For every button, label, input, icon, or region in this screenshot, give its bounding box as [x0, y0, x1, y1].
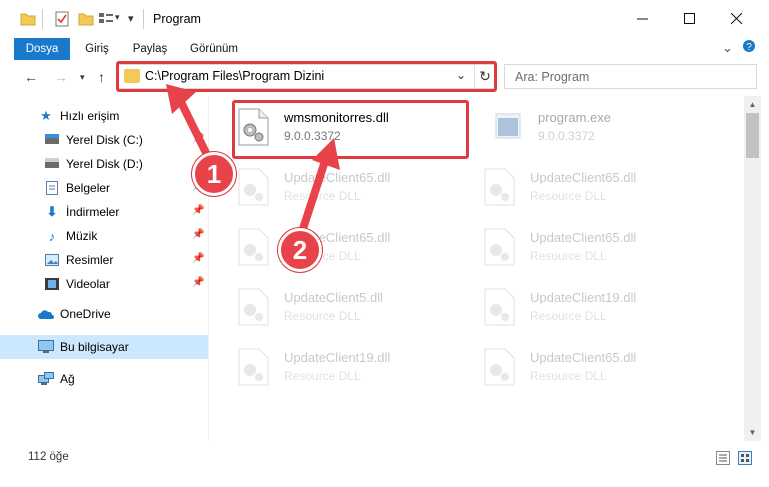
step-1-badge: 1	[192, 152, 236, 196]
annotation-arrows	[166, 84, 340, 242]
arrow-2	[296, 154, 330, 242]
step-2-badge: 2	[278, 228, 322, 272]
